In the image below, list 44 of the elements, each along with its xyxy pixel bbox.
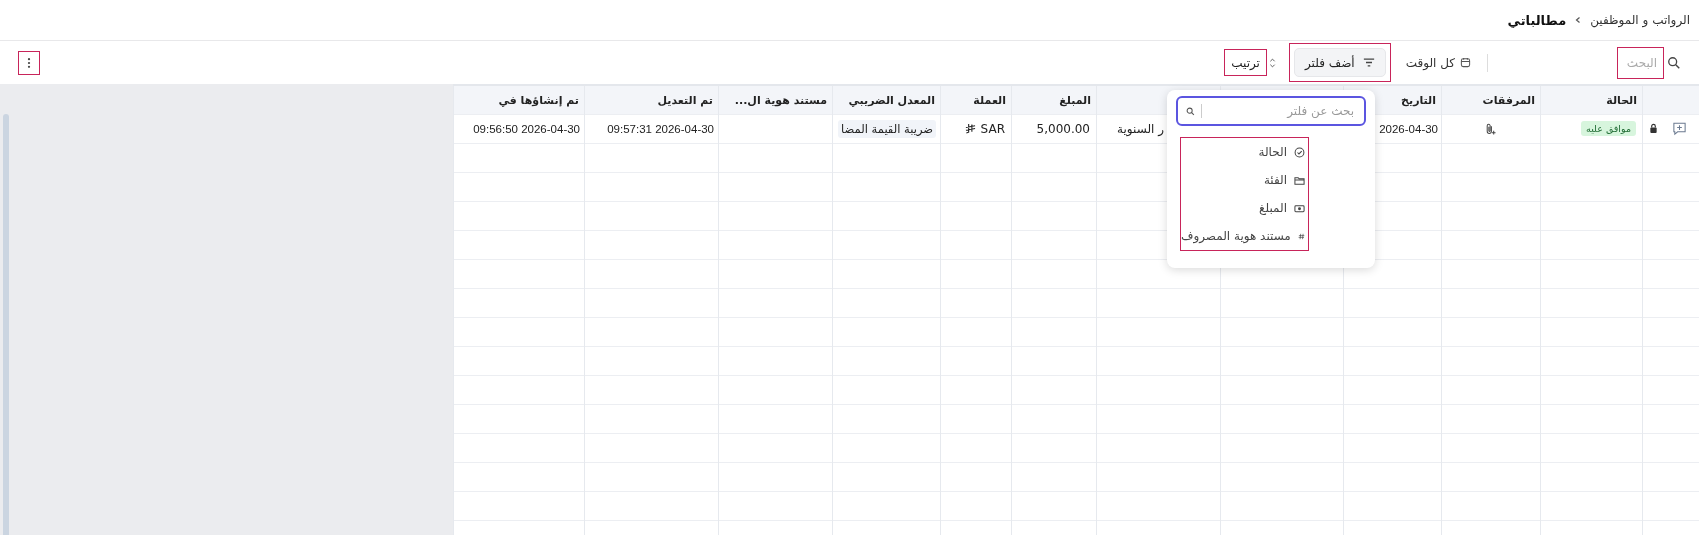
column-header[interactable]: التاريخ bbox=[1401, 93, 1436, 107]
table-cell: SAR bbox=[980, 121, 1005, 136]
sort-button[interactable]: ترتيب bbox=[1225, 50, 1266, 75]
status-badge: موافق عليه bbox=[1581, 121, 1636, 136]
search-field[interactable]: البحث bbox=[1618, 47, 1663, 78]
filter-option[interactable]: الحالة bbox=[1181, 138, 1308, 166]
table-cell: ر السنوية bbox=[1117, 121, 1164, 136]
filter-option[interactable]: مستند هوية المصروف bbox=[1181, 222, 1308, 250]
add-filter-button[interactable]: أضف فلتر bbox=[1293, 48, 1386, 77]
column-header[interactable]: تم إنشاؤها في bbox=[498, 93, 579, 107]
breadcrumb-item[interactable]: الرواتب و الموظفين bbox=[1590, 13, 1690, 27]
currency-icon bbox=[964, 123, 976, 134]
column-header[interactable]: المبلغ bbox=[1059, 93, 1091, 107]
scrollbar[interactable] bbox=[3, 114, 9, 535]
breadcrumb-item: مطالباتي bbox=[1507, 12, 1567, 28]
check-circle-icon bbox=[1294, 146, 1305, 158]
banknote-icon bbox=[1294, 202, 1305, 214]
table-cell: 2026-04-30 09:56:50 bbox=[473, 122, 580, 135]
filter-search-input[interactable]: بحث عن فلتر bbox=[1208, 103, 1356, 119]
search-icon bbox=[1186, 106, 1195, 116]
column-header[interactable]: المرفقات bbox=[1482, 93, 1535, 107]
column-header[interactable]: تم التعديل bbox=[657, 93, 713, 107]
folder-icon bbox=[1294, 174, 1305, 186]
add-comment-icon[interactable] bbox=[1672, 121, 1687, 136]
sort-icon[interactable] bbox=[1268, 56, 1276, 69]
period-selector[interactable]: كل الوقت bbox=[1405, 55, 1455, 70]
search-icon[interactable] bbox=[1667, 55, 1681, 70]
table-cell: 2026-04-30 09:57:31 bbox=[607, 122, 714, 135]
filter-icon bbox=[1362, 57, 1375, 68]
filter-option[interactable]: المبلغ bbox=[1181, 194, 1308, 222]
lock-icon bbox=[1649, 123, 1658, 134]
filter-search-field[interactable]: بحث عن فلتر bbox=[1176, 96, 1366, 126]
more-options-button[interactable] bbox=[19, 51, 39, 74]
tax-rate-tag: ضريبة القيمة المضا bbox=[838, 119, 936, 138]
column-header[interactable]: الحالة bbox=[1606, 93, 1637, 107]
table-cell: 5,000.00 bbox=[1036, 121, 1090, 136]
calendar-icon[interactable] bbox=[1460, 57, 1471, 68]
column-header[interactable]: المعدل الضريبي bbox=[848, 93, 935, 107]
filter-option[interactable]: الفئة bbox=[1181, 166, 1308, 194]
column-header[interactable]: العملة bbox=[973, 93, 1006, 107]
more-icon bbox=[27, 56, 31, 69]
paperclip-plus-icon[interactable] bbox=[1485, 121, 1496, 136]
column-header[interactable]: مستند هوية ال... bbox=[734, 93, 827, 107]
table-cell: 2026-04-30 bbox=[1379, 122, 1438, 135]
